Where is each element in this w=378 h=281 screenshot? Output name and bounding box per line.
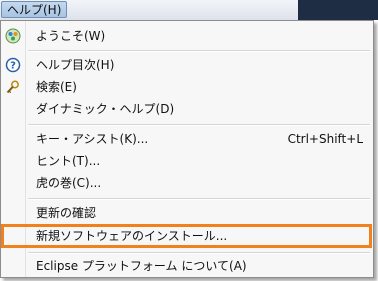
menu-item-help-contents[interactable]: ? ヘルプ目次(H) [1, 54, 373, 76]
menu-bar: ヘルプ(H) [0, 0, 298, 21]
menu-separator [28, 252, 370, 254]
menu-item-tips[interactable]: ヒント(T)... [1, 150, 373, 172]
menu-item-label: Eclipse プラットフォーム について(A) [36, 259, 247, 273]
help-question-icon: ? [5, 57, 21, 73]
menu-item-label: ようこそ(W) [36, 29, 106, 43]
key-assist-shortcut: Ctrl+Shift+L [287, 132, 363, 146]
menu-item-label: 更新の確認 [36, 206, 97, 220]
menu-item-dynamic-help[interactable]: ダイナミック・ヘルプ(D) [1, 98, 373, 120]
menu-separator [28, 124, 370, 126]
menu-item-label: ヒント(T)... [36, 154, 101, 168]
eclipse-welcome-icon [5, 28, 21, 44]
menu-item-label: 検索(E) [36, 80, 77, 94]
menu-item-label: ヘルプ目次(H) [36, 58, 115, 72]
highlight-box [1, 224, 372, 248]
help-menu[interactable]: ヘルプ(H) [1, 1, 68, 18]
menu-item-label: ダイナミック・ヘルプ(D) [36, 102, 175, 116]
menu-item-tricks[interactable]: 虎の巻(C)... [1, 172, 373, 194]
search-key-icon [5, 79, 21, 95]
menu-separator [28, 198, 370, 200]
window-background [298, 0, 378, 20]
menu-item-check-updates[interactable]: 更新の確認 [1, 202, 373, 224]
menu-item-about-eclipse[interactable]: Eclipse プラットフォーム について(A) [1, 255, 373, 277]
menu-item-welcome[interactable]: ようこそ(W) [1, 25, 373, 47]
menu-item-key-assist[interactable]: キー・アシスト(K)... Ctrl+Shift+L [1, 128, 373, 150]
menu-item-label: 虎の巻(C)... [36, 176, 102, 190]
menu-item-search[interactable]: 検索(E) [1, 76, 373, 98]
svg-text:?: ? [10, 61, 16, 72]
menu-item-label: キー・アシスト(K)... [36, 132, 149, 146]
menu-separator [28, 50, 370, 52]
